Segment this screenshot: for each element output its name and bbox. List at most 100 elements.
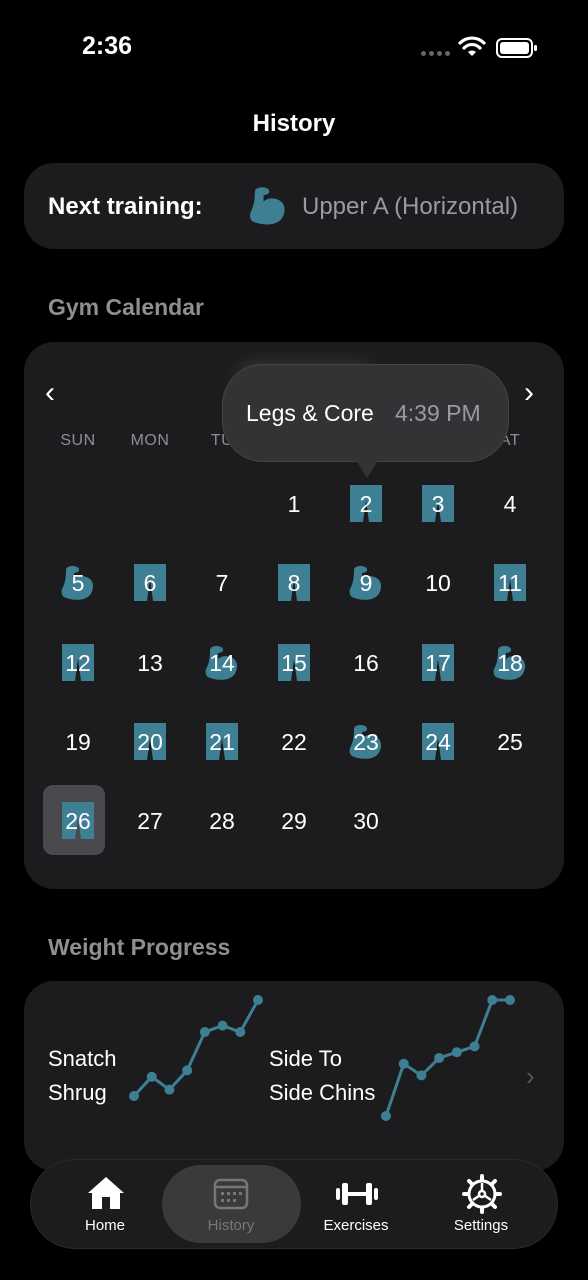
calendar-day-28[interactable]: 28 (186, 785, 258, 857)
calendar-day-27[interactable]: 27 (114, 785, 186, 857)
calendar-day-1[interactable]: 1 (258, 468, 330, 540)
calendar-day-3[interactable]: 3 (402, 468, 474, 540)
calendar-day-number: 24 (425, 728, 451, 755)
calendar-day-number: 23 (353, 728, 379, 755)
calendar-day-number: 14 (209, 649, 235, 676)
calendar-day-number: 26 (65, 807, 91, 834)
weekday-mon: MON (130, 432, 170, 449)
calendar-day-number: 12 (65, 649, 91, 676)
sparkline-point (381, 1111, 391, 1121)
sparkline-point (164, 1084, 175, 1095)
calendar-day-9[interactable]: 9 (330, 547, 402, 619)
tab-settings[interactable]: Settings (421, 1217, 541, 1234)
flexed-biceps-icon (249, 187, 285, 225)
calendar-day-number: 9 (359, 569, 373, 596)
calendar-day-number: 16 (353, 649, 379, 676)
tab-exercises[interactable]: Exercises (296, 1217, 416, 1234)
progress-exercise-1-label[interactable]: Snatch Shrug (48, 1042, 117, 1110)
gear-icon (462, 1174, 502, 1214)
calendar-day-number: 7 (215, 569, 229, 596)
calendar-day-18[interactable]: 18 (474, 627, 546, 699)
calendar-day-5[interactable]: 5 (42, 547, 114, 619)
calendar-day-number: 3 (431, 490, 445, 517)
calendar-day-29[interactable]: 29 (258, 785, 330, 857)
calendar-day-14[interactable]: 14 (186, 627, 258, 699)
calendar-day-7[interactable]: 7 (186, 547, 258, 619)
calendar-day-8[interactable]: 8 (258, 547, 330, 619)
calendar-day-21[interactable]: 21 (186, 706, 258, 778)
sparkline-point (253, 995, 263, 1005)
sparkline-point (505, 995, 515, 1005)
weekday-sun: SUN (60, 432, 96, 449)
calendar-day-number: 8 (287, 569, 301, 596)
calendar-day-6[interactable]: 6 (114, 547, 186, 619)
calendar-day-26[interactable]: 26 (42, 785, 114, 857)
calendar-day-12[interactable]: 12 (42, 627, 114, 699)
sparkline-point (235, 1027, 246, 1037)
previous-month-chevron-icon[interactable]: ‹ (45, 376, 55, 410)
calendar-day-4[interactable]: 4 (474, 468, 546, 540)
calendar-day-16[interactable]: 16 (330, 627, 402, 699)
calendar-day-number: 20 (137, 728, 163, 755)
weight-progress-heading: Weight Progress (48, 934, 231, 960)
calendar-day-number: 5 (71, 569, 85, 596)
calendar-day-number: 21 (209, 728, 235, 755)
calendar-day-number: 2 (359, 490, 373, 517)
sparkline-point (146, 1071, 157, 1082)
calendar-day-23[interactable]: 23 (330, 706, 402, 778)
calendar-day-15[interactable]: 15 (258, 627, 330, 699)
calendar-day-number: 19 (65, 728, 91, 755)
sparkline-point (182, 1065, 193, 1076)
calendar-day-20[interactable]: 20 (114, 706, 186, 778)
calendar-day-22[interactable]: 22 (258, 706, 330, 778)
sparkline-point (398, 1058, 409, 1069)
progress-sparkline-1 (129, 995, 263, 1101)
calendar-day-17[interactable]: 17 (402, 627, 474, 699)
calendar-day-number: 4 (503, 490, 517, 517)
tab-home[interactable]: Home (45, 1217, 165, 1234)
tooltip-workout-name: Legs & Core (246, 400, 374, 426)
house-icon (88, 1177, 124, 1209)
calendar-day-number: 27 (137, 807, 163, 834)
status-time: 2:36 (82, 32, 133, 60)
calendar-day-number: 29 (281, 807, 307, 834)
calendar-day-10[interactable]: 10 (402, 547, 474, 619)
calendar-day-number: 10 (425, 569, 451, 596)
calendar-day-number: 13 (137, 649, 163, 676)
calendar-day-13[interactable]: 13 (114, 627, 186, 699)
calendar-day-19[interactable]: 19 (42, 706, 114, 778)
page-title: History (252, 110, 336, 137)
gym-calendar-heading: Gym Calendar (48, 294, 204, 320)
sparkline-point (469, 1041, 480, 1052)
sparkline-point (129, 1091, 139, 1101)
calendar-day-number: 17 (425, 649, 451, 676)
progress-exercise-2-label[interactable]: Side To Side Chins (269, 1042, 375, 1110)
tab-history[interactable]: History (171, 1217, 291, 1234)
calendar-day-25[interactable]: 25 (474, 706, 546, 778)
calendar-day-24[interactable]: 24 (402, 706, 474, 778)
calendar-day-30[interactable]: 30 (330, 785, 402, 857)
sparkline-point (199, 1027, 210, 1037)
sparkline-point (217, 1020, 228, 1031)
sparkline-point (416, 1070, 427, 1081)
sparkline-path (384, 998, 510, 1117)
calendar-day-11[interactable]: 11 (474, 547, 546, 619)
tooltip-pointer (352, 454, 382, 478)
calendar-day-number: 22 (281, 728, 307, 755)
signal-dots-icon (421, 51, 450, 56)
next-training-value: Upper A (Horizontal) (302, 193, 519, 220)
dumbbell-icon (336, 1183, 378, 1205)
sparkline-point (487, 995, 498, 1005)
calendar-day-number: 28 (209, 807, 235, 834)
calendar-day-number: 6 (143, 569, 157, 596)
sparkline-point (434, 1053, 445, 1063)
next-month-chevron-icon[interactable]: › (524, 376, 534, 410)
wifi-icon (458, 36, 486, 56)
calendar-day-number: 30 (353, 807, 379, 834)
chevron-right-icon[interactable]: › (526, 1061, 535, 1092)
calendar-day-number: 1 (287, 490, 301, 517)
calendar-day-number: 11 (498, 569, 522, 596)
calendar-day-2[interactable]: 2 (330, 468, 402, 540)
calendar-icon (213, 1178, 249, 1210)
next-training-label: Next training: (48, 193, 203, 220)
